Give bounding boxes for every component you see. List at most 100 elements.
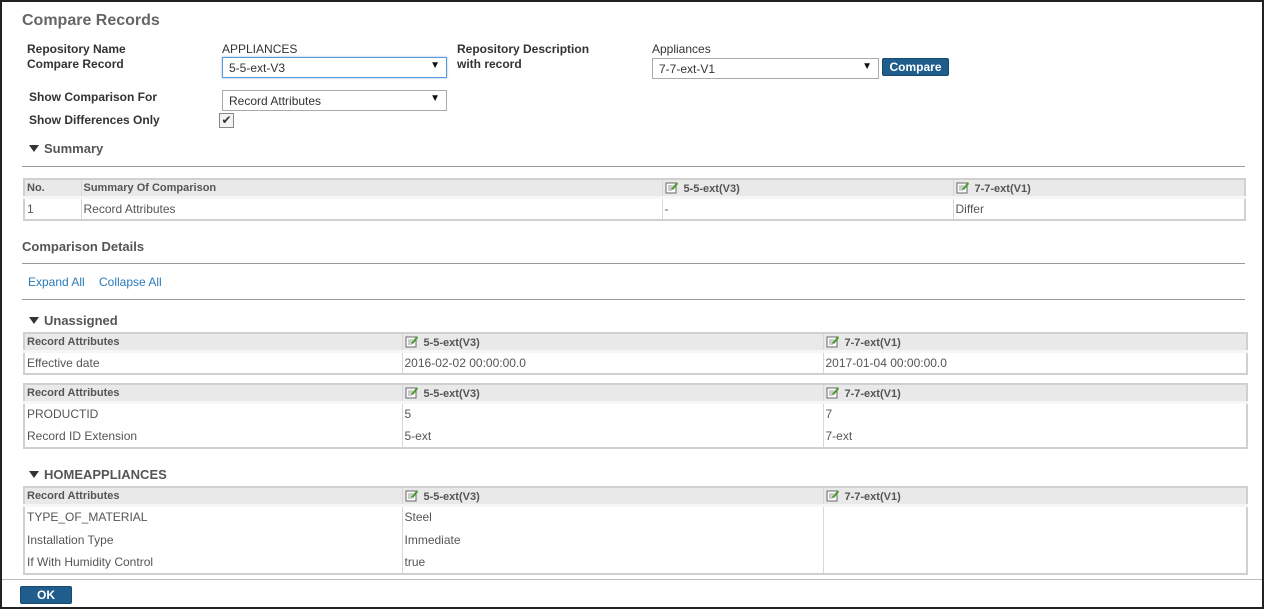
homeappliances-table: Record Attributes 5-5-ext(V3) 7-7-ext(V1… [23, 486, 1248, 575]
table-header-row: Record Attributes 5-5-ext(V3) 7-7-ext(V1… [24, 487, 1247, 507]
table-row: Record ID Extension 5-ext 7-ext [24, 425, 1247, 448]
checkmark-icon: ✔ [221, 113, 232, 127]
repository-description-value: Appliances [652, 42, 711, 56]
table-cell: 5 [401, 402, 823, 425]
column-header: 7-7-ext(V1) [822, 384, 1247, 404]
compare-records-dialog: Compare Records Repository Name APPLIANC… [0, 0, 1264, 609]
column-header: 5-5-ext(V3) [401, 384, 823, 404]
table-header-row: No. Summary Of Comparison 5-5-ext(V3) 7-… [24, 179, 1245, 199]
table-cell: Record ID Extension [27, 429, 138, 443]
summary-table: No. Summary Of Comparison 5-5-ext(V3) 7-… [23, 178, 1246, 221]
repository-name-label: Repository Name [27, 42, 126, 56]
edit-record-icon[interactable] [405, 386, 418, 399]
column-header: 5-5-ext(V3) [661, 179, 953, 199]
table-cell: Installation Type [27, 532, 114, 547]
unassigned-heading-label: Unassigned [44, 313, 118, 328]
table-cell: 5-ext [401, 425, 823, 448]
collapse-triangle-icon [29, 317, 39, 324]
record-a-header: 5-5-ext(V3) [423, 490, 480, 503]
dialog-footer: OK [2, 579, 1262, 607]
repository-description-label: Repository Description [457, 42, 590, 56]
table-row: Installation Type Immediate [24, 528, 1247, 551]
divider [22, 299, 1245, 300]
collapse-triangle-icon [29, 145, 39, 152]
edit-record-icon[interactable] [665, 181, 678, 194]
table-row: 1 Record Attributes - Differ [24, 197, 1245, 220]
record-b-header: 7-7-ext(V1) [844, 336, 901, 349]
chevron-down-icon: ▼ [862, 61, 872, 72]
table-cell: - [661, 197, 953, 220]
column-header: Record Attributes [24, 333, 402, 353]
table-cell: 1 [27, 201, 34, 216]
ok-button[interactable]: OK [20, 586, 72, 604]
record-b-header: 7-7-ext(V1) [974, 182, 1031, 195]
table-header-row: Record Attributes 5-5-ext(V3) 7-7-ext(V1… [24, 333, 1247, 353]
edit-record-icon[interactable] [826, 386, 839, 399]
column-header: No. [24, 179, 81, 199]
with-record-label: with record [457, 57, 522, 71]
column-header: Summary Of Comparison [80, 179, 662, 199]
record-a-header: 5-5-ext(V3) [683, 182, 740, 195]
column-header: Record Attributes [24, 487, 402, 507]
edit-record-icon[interactable] [405, 489, 418, 502]
column-header: 5-5-ext(V3) [401, 333, 823, 353]
chevron-down-icon: ▼ [430, 60, 440, 71]
column-header: 7-7-ext(V1) [822, 487, 1247, 507]
table-cell: Record Attributes [80, 197, 662, 220]
table-cell: 2016-02-02 00:00:00.0 [401, 351, 823, 374]
table-cell: Steel [401, 505, 823, 528]
column-header: 7-7-ext(V1) [952, 179, 1245, 199]
with-record-selected: 7-7-ext-V1 [659, 62, 716, 76]
table-cell: PRODUCTID [27, 407, 99, 422]
show-comparison-for-select[interactable]: Record Attributes ▼ [222, 90, 447, 111]
chevron-down-icon: ▼ [430, 93, 440, 104]
compare-record-label: Compare Record [27, 57, 124, 71]
record-b-header: 7-7-ext(V1) [844, 387, 901, 400]
edit-record-icon[interactable] [826, 335, 839, 348]
record-a-header: 5-5-ext(V3) [423, 387, 480, 400]
edit-record-icon[interactable] [826, 489, 839, 502]
show-differences-only-checkbox[interactable]: ✔ [219, 113, 234, 128]
dialog-content[interactable]: Compare Records Repository Name APPLIANC… [2, 2, 1262, 579]
comparison-details-heading: Comparison Details [22, 239, 145, 254]
repository-name-value: APPLIANCES [222, 42, 298, 56]
table-row: TYPE_OF_MATERIAL Steel [24, 505, 1247, 528]
table-cell: 2017-01-04 00:00:00.0 [822, 351, 1247, 374]
table-row: Effective date 2016-02-02 00:00:00.0 201… [24, 351, 1247, 374]
edit-record-icon[interactable] [405, 335, 418, 348]
show-differences-only-label: Show Differences Only [29, 113, 160, 127]
divider [22, 263, 1245, 264]
unassigned-table-1: Record Attributes 5-5-ext(V3) 7-7-ext(V1… [23, 332, 1248, 375]
column-header: 7-7-ext(V1) [822, 333, 1247, 353]
record-a-header: 5-5-ext(V3) [423, 336, 480, 349]
collapse-all-link[interactable]: Collapse All [99, 275, 162, 289]
show-comparison-for-selected: Record Attributes [229, 94, 322, 108]
table-cell [822, 551, 1247, 574]
compare-record-selected: 5-5-ext-V3 [229, 61, 286, 75]
page-title: Compare Records [22, 12, 160, 29]
with-record-select[interactable]: 7-7-ext-V1 ▼ [652, 58, 879, 79]
column-header: 5-5-ext(V3) [401, 487, 823, 507]
table-cell: TYPE_OF_MATERIAL [27, 510, 148, 525]
table-cell: true [401, 551, 823, 574]
homeappliances-heading[interactable]: HOMEAPPLIANCES [29, 467, 167, 482]
divider [22, 166, 1245, 167]
compare-button[interactable]: Compare [882, 58, 949, 76]
unassigned-table-2: Record Attributes 5-5-ext(V3) 7-7-ext(V1… [23, 383, 1248, 449]
compare-record-select[interactable]: 5-5-ext-V3 ▼ [222, 57, 447, 78]
collapse-triangle-icon [29, 471, 39, 478]
table-cell: 7-ext [822, 425, 1247, 448]
table-cell [822, 505, 1247, 528]
summary-heading[interactable]: Summary [29, 141, 103, 156]
table-cell [822, 528, 1247, 551]
table-cell: If With Humidity Control [27, 555, 154, 569]
expand-all-link[interactable]: Expand All [28, 275, 85, 289]
table-cell: Effective date [27, 355, 100, 370]
record-b-header: 7-7-ext(V1) [844, 490, 901, 503]
table-cell: 7 [822, 402, 1247, 425]
edit-record-icon[interactable] [956, 181, 969, 194]
table-cell: Differ [952, 197, 1245, 220]
unassigned-heading[interactable]: Unassigned [29, 313, 118, 328]
table-row: If With Humidity Control true [24, 551, 1247, 574]
column-header: Record Attributes [24, 384, 402, 404]
